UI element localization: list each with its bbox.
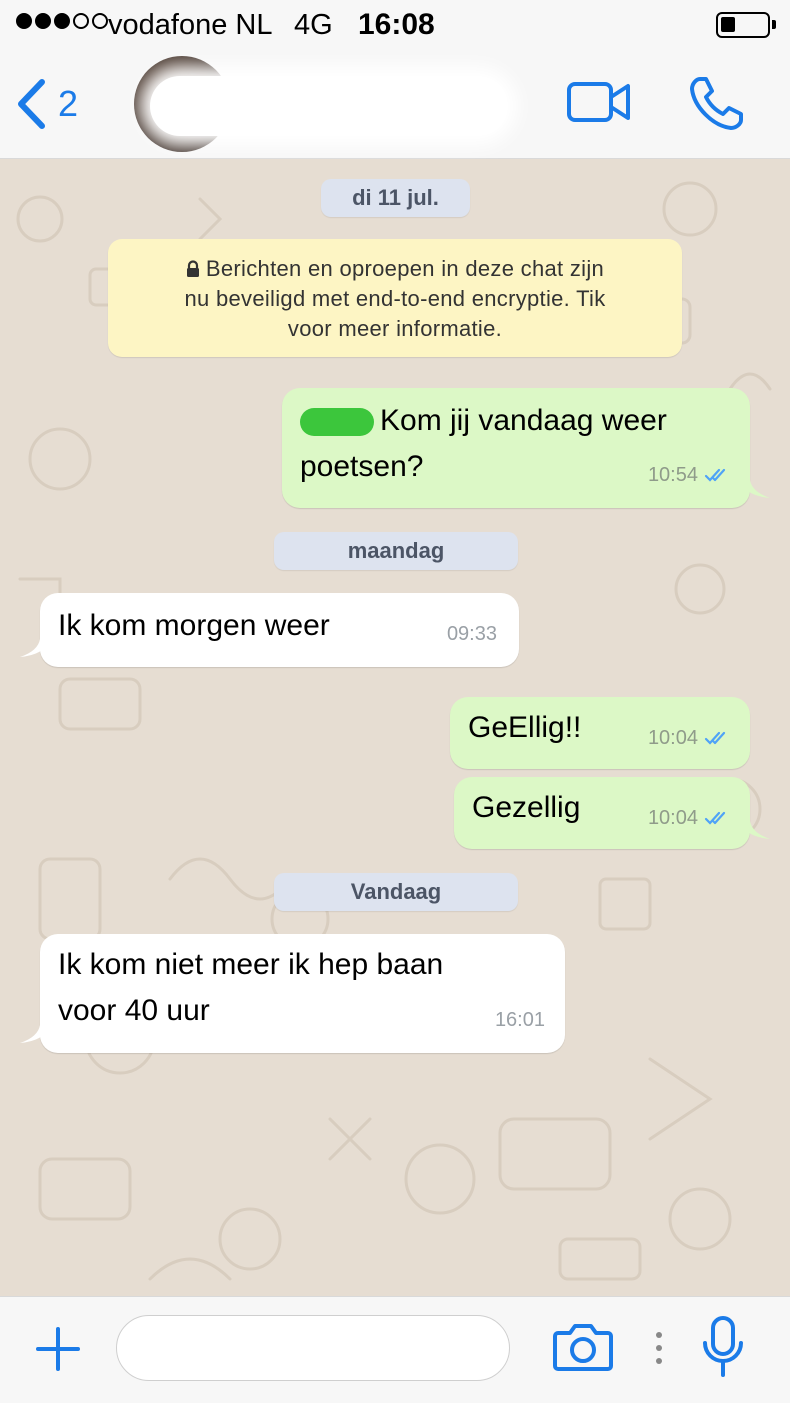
message-meta: 10:54	[648, 452, 732, 498]
message-text: Kom jij vandaag weer	[300, 398, 667, 444]
redacted-name	[300, 408, 374, 437]
message-text: Ik kom niet meer ik hep baan	[58, 948, 444, 981]
attach-button[interactable]	[34, 1325, 82, 1378]
voice-message-button[interactable]	[700, 1315, 746, 1384]
voice-call-button[interactable]	[688, 74, 746, 137]
message-meta: 09:33	[447, 611, 497, 657]
message-outgoing[interactable]: Kom jij vandaag weer poetsen? 10:54	[282, 388, 750, 508]
double-check-icon	[704, 468, 726, 482]
contact-name-redacted[interactable]	[150, 76, 508, 136]
unread-count: 2	[58, 83, 79, 124]
microphone-icon	[703, 1316, 743, 1377]
message-outgoing[interactable]: Gezellig 10:04	[454, 777, 750, 849]
message-time: 10:04	[647, 727, 698, 749]
chat-area[interactable]: di 11 jul. Berichten en oproepen in deze…	[0, 159, 790, 1296]
message-time: 09:33	[446, 623, 497, 645]
message-text: Ik kom morgen weer	[58, 609, 330, 642]
message-meta: 10:04	[648, 715, 732, 761]
encryption-notice-line: nu beveiligd met end-to-end encryptie. T…	[184, 286, 606, 311]
back-button[interactable]: 2	[14, 78, 78, 130]
date-chip: maandag	[274, 532, 518, 570]
video-call-button[interactable]	[566, 80, 632, 129]
chat-header: 2	[0, 50, 790, 159]
bubble-tail	[20, 639, 52, 657]
message-meta: 10:04	[648, 795, 732, 841]
video-camera-icon	[567, 82, 630, 122]
plus-icon	[36, 1327, 80, 1371]
message-input-bar	[0, 1296, 790, 1403]
message-time: 10:04	[647, 807, 698, 829]
phone-icon	[690, 77, 743, 130]
network-type: 4G	[294, 9, 333, 41]
message-meta: 16:01	[495, 997, 545, 1043]
battery-icon	[716, 12, 776, 38]
bubble-tail	[738, 480, 770, 498]
signal-strength-icon	[16, 13, 108, 29]
bubble-tail	[20, 1025, 52, 1043]
chevron-left-icon	[18, 79, 45, 129]
carrier-name: vodafone NL	[108, 9, 273, 41]
camera-button[interactable]	[552, 1321, 614, 1378]
message-incoming[interactable]: Ik kom morgen weer 09:33	[40, 593, 519, 667]
message-time: 16:01	[494, 1009, 545, 1031]
camera-icon	[553, 1324, 613, 1371]
clock: 16:08	[358, 8, 435, 41]
more-dots-icon	[656, 1332, 662, 1364]
encryption-notice[interactable]: Berichten en oproepen in deze chat zijn …	[108, 239, 682, 357]
message-outgoing[interactable]: GeEllig!! 10:04	[450, 697, 750, 769]
date-chip: Vandaag	[274, 873, 518, 911]
message-text: GeEllig!!	[468, 711, 582, 744]
double-check-icon	[704, 811, 726, 825]
lock-icon	[186, 260, 199, 277]
double-check-icon	[704, 731, 726, 745]
message-time: 10:54	[647, 464, 698, 486]
message-text: Gezellig	[472, 791, 581, 824]
encryption-notice-line: voor meer informatie.	[287, 316, 503, 341]
message-text: voor 40 uur	[58, 994, 210, 1027]
encryption-notice-line: Berichten en oproepen in deze chat zijn	[205, 256, 605, 281]
message-text: poetsen?	[300, 450, 424, 483]
message-incoming[interactable]: Ik kom niet meer ik hep baan voor 40 uur…	[40, 934, 565, 1053]
message-input[interactable]	[116, 1315, 510, 1381]
date-chip: di 11 jul.	[321, 179, 470, 217]
status-bar: vodafone NL 4G 16:08	[0, 0, 790, 50]
bubble-tail	[738, 821, 770, 839]
